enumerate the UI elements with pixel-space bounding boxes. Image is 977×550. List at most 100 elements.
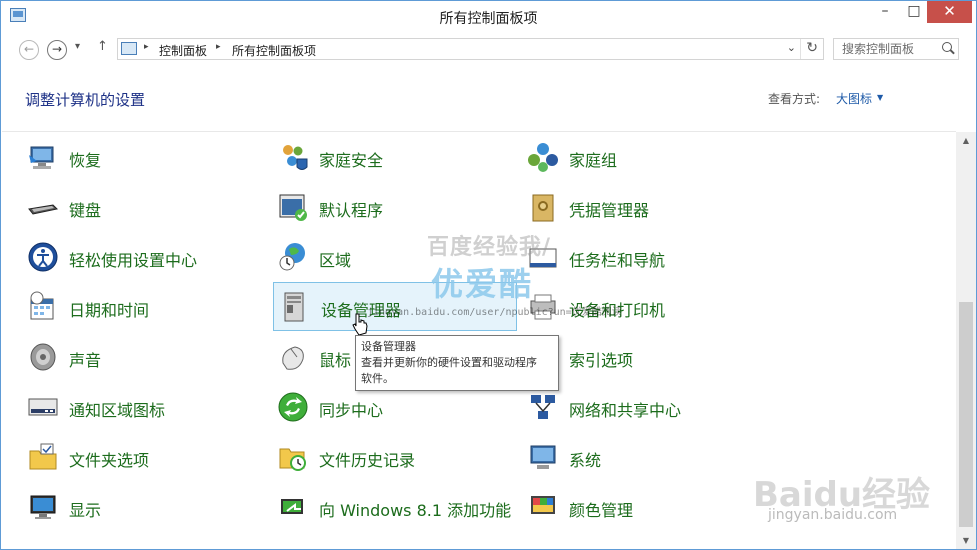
- family-safety-icon: [283, 145, 308, 170]
- tooltip-description-continued: 软件。: [361, 372, 394, 385]
- item-label: 任务栏和导航: [569, 251, 666, 270]
- item-label: 家庭组: [569, 151, 618, 170]
- recent-locations-button[interactable]: ▾: [75, 41, 80, 52]
- forward-button[interactable]: →: [47, 40, 67, 60]
- item-label: 声音: [69, 351, 102, 370]
- item-label: 凭据管理器: [569, 201, 650, 220]
- item-ease-of-access[interactable]: 轻松使用设置中心: [25, 238, 265, 276]
- default-programs-icon: [279, 194, 307, 221]
- device-manager-icon: [284, 292, 304, 322]
- item-label: 文件历史记录: [319, 451, 416, 470]
- item-label: 向 Windows 8.1 添加功能: [319, 501, 512, 520]
- mouse-icon: [282, 346, 304, 370]
- breadcrumb-all-items[interactable]: 所有控制面板项: [232, 42, 316, 59]
- file-history-icon: [279, 448, 306, 471]
- item-label: 默认程序: [319, 201, 384, 220]
- watermark-url: jingyan.baidu.com/user/npublic?un=优爱酷阅读: [367, 307, 622, 318]
- ease-of-access-icon: [28, 242, 58, 272]
- close-button[interactable]: ✕: [927, 1, 972, 23]
- tooltip-title: 设备管理器: [361, 340, 416, 353]
- item-label: 键盘: [69, 201, 102, 220]
- item-folder-options[interactable]: 文件夹选项: [25, 438, 265, 476]
- address-dropdown-icon[interactable]: ⌄: [787, 41, 796, 54]
- view-by-dropdown[interactable]: 大图标: [836, 90, 872, 107]
- scroll-up-icon[interactable]: ▲: [956, 132, 976, 149]
- up-button[interactable]: ↑: [97, 39, 108, 54]
- keyboard-icon: [28, 204, 59, 215]
- title-bar: 所有控制面板项 – □ ✕: [1, 1, 976, 33]
- region-icon: [279, 243, 305, 271]
- item-label: 网络和共享中心: [569, 401, 682, 420]
- watermark-text: 优爱酷: [431, 265, 534, 303]
- item-mouse[interactable]: 鼠标: [275, 338, 355, 376]
- vertical-scrollbar[interactable]: ▲ ▼: [956, 132, 976, 549]
- folder-options-icon: [29, 443, 57, 470]
- color-management-icon: [531, 496, 555, 514]
- item-homegroup[interactable]: 家庭组: [525, 138, 765, 176]
- page-title: 调整计算机的设置: [25, 91, 146, 109]
- item-label: 同步中心: [319, 401, 384, 420]
- item-label: 通知区域图标: [69, 401, 166, 420]
- item-label: 显示: [69, 501, 102, 520]
- search-box[interactable]: [833, 38, 959, 60]
- item-date-time[interactable]: 日期和时间: [25, 288, 265, 326]
- minimize-button[interactable]: –: [869, 1, 901, 23]
- baidu-watermark-url: jingyan.baidu.com: [768, 507, 898, 523]
- control-panel-window: 所有控制面板项 – □ ✕ ← → ▾ ↑ ▸ 控制面板 ▸ 所有控制面板项 ⌄…: [0, 0, 977, 550]
- notification-icons-icon: [28, 398, 58, 416]
- item-label: 鼠标: [319, 351, 352, 370]
- homegroup-icon: [528, 143, 558, 172]
- item-recovery[interactable]: 恢复: [25, 138, 265, 176]
- credential-manager-icon: [532, 194, 554, 222]
- display-icon: [30, 495, 56, 519]
- item-label: 文件夹选项: [69, 451, 150, 470]
- item-label: 颜色管理: [569, 501, 634, 520]
- sync-center-icon: [278, 392, 308, 422]
- header-divider: [2, 131, 956, 132]
- tooltip-description: 查看并更新你的硬件设置和驱动程序: [361, 356, 537, 369]
- view-by-label: 查看方式:: [768, 92, 821, 106]
- device-manager-tooltip: 设备管理器 查看并更新你的硬件设置和驱动程序 软件。: [355, 335, 559, 391]
- item-taskbar[interactable]: 任务栏和导航: [525, 238, 765, 276]
- scroll-down-icon[interactable]: ▼: [956, 532, 976, 549]
- search-input[interactable]: [834, 39, 942, 59]
- item-system[interactable]: 系统: [525, 438, 765, 476]
- maximize-button[interactable]: □: [901, 1, 927, 23]
- view-by-caret-icon[interactable]: ▼: [877, 93, 883, 102]
- date-time-icon: [30, 291, 54, 320]
- item-network[interactable]: 网络和共享中心: [525, 388, 765, 426]
- network-icon: [531, 395, 555, 419]
- add-features-icon: [281, 499, 303, 514]
- breadcrumb-separator[interactable]: ▸: [144, 42, 149, 52]
- item-credential-manager[interactable]: 凭据管理器: [525, 188, 765, 226]
- recovery-icon: [29, 146, 54, 169]
- item-file-history[interactable]: 文件历史记录: [275, 438, 515, 476]
- scroll-thumb[interactable]: [959, 302, 973, 527]
- item-add-features[interactable]: 向 Windows 8.1 添加功能: [275, 488, 523, 526]
- address-divider: [800, 39, 801, 59]
- item-family-safety[interactable]: 家庭安全: [275, 138, 515, 176]
- item-label: 索引选项: [569, 351, 634, 370]
- item-sync-center[interactable]: 同步中心: [275, 388, 515, 426]
- item-label: 轻松使用设置中心: [69, 251, 198, 270]
- item-default-programs[interactable]: 默认程序: [275, 188, 515, 226]
- item-label: 恢复: [69, 151, 102, 170]
- item-keyboard[interactable]: 键盘: [25, 188, 265, 226]
- item-label: 家庭安全: [319, 151, 384, 170]
- breadcrumb-control-panel[interactable]: 控制面板: [159, 42, 207, 59]
- item-indexing[interactable]: 索引选项: [525, 338, 765, 376]
- back-button[interactable]: ←: [19, 40, 39, 60]
- navigation-bar: ← → ▾ ↑ ▸ 控制面板 ▸ 所有控制面板项 ⌄ ↻: [1, 33, 976, 67]
- control-panel-icon: [121, 42, 137, 55]
- item-display[interactable]: 显示: [25, 488, 265, 526]
- address-bar[interactable]: ▸ 控制面板 ▸ 所有控制面板项 ⌄ ↻: [117, 38, 824, 60]
- item-color-management[interactable]: 颜色管理: [525, 488, 765, 526]
- item-label: 日期和时间: [69, 301, 150, 320]
- item-notification-icons[interactable]: 通知区域图标: [25, 388, 265, 426]
- search-icon[interactable]: [942, 42, 952, 52]
- item-sound[interactable]: 声音: [25, 338, 265, 376]
- refresh-icon[interactable]: ↻: [806, 40, 818, 56]
- sound-icon: [30, 343, 56, 371]
- watermark-text: 百度经验我/: [427, 235, 552, 260]
- breadcrumb-separator[interactable]: ▸: [216, 42, 221, 52]
